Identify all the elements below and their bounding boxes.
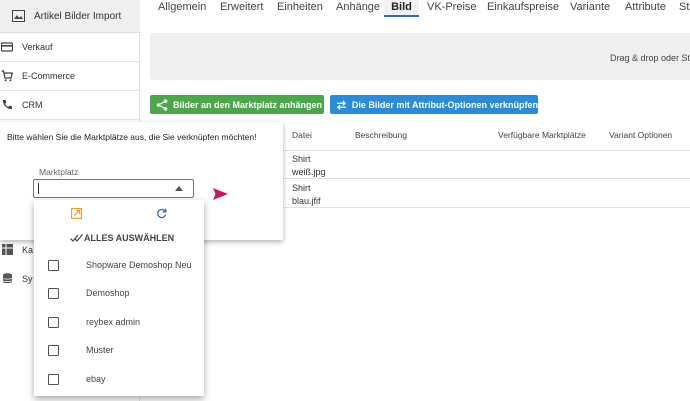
tab-einkaufspreise[interactable]: Einkaufspreise [487,0,559,16]
select-all-label: ALLES AUSWÄHLEN [84,233,175,243]
link-attribute-options-button[interactable]: Die Bilder mit Attribut-Optionen verknüp… [330,95,538,114]
marktplatz-select[interactable] [33,179,194,198]
image-icon [12,10,25,22]
table-header: Datei Beschreibung Verfügbare Marktplätz… [280,121,690,151]
option-label: Demoshop [86,288,130,298]
option-label: reybex admin [86,317,141,327]
sidebar-item-artikel-bilder-import[interactable]: Artikel Bilder Import [0,0,140,33]
phone-icon [2,100,12,110]
link-attribute-options-label: Die Bilder mit Attribut-Optionen verknüp… [351,99,538,110]
file-name-line: Shirt [292,183,311,193]
refresh-icon[interactable] [156,208,167,219]
tab-erweitert[interactable]: Erweitert [220,0,263,16]
sidebar-item-label: E-Commerce [22,71,76,81]
file-name-line: Shirt [292,154,311,164]
tab-st[interactable]: St [679,0,689,16]
tab-bild[interactable]: Bild [384,0,419,17]
option-label: ebay [86,374,106,384]
marketplace-option[interactable]: Shopware Demoshop Neu [34,251,204,279]
double-check-icon [70,234,83,242]
text-cursor [38,183,39,194]
table-row[interactable]: Shirt blau.jfif [280,180,690,208]
share-icon [156,98,168,111]
sidebar-item-label: Ka [22,245,34,255]
sidebar-item-e-commerce[interactable]: E-Commerce [0,62,140,91]
tab-bar: Allgemein Erweitert Einheiten Anhänge Bi… [148,0,690,17]
option-label: Shopware Demoshop Neu [86,260,192,270]
credit-card-icon [1,42,13,52]
column-header-variant-optionen[interactable]: Variant Optionen [609,130,672,140]
select-all-option[interactable]: ALLES AUSWÄHLEN [70,232,174,244]
sidebar-header-label: Artikel Bilder Import [34,11,122,22]
sidebar-item-label: Sy [22,274,33,284]
table-icon [2,244,13,255]
option-checkbox[interactable] [48,374,59,385]
tab-variante[interactable]: Variante [570,0,610,16]
column-header-verfuegbare-marktplaetze[interactable]: Verfügbare Marktplätze [498,130,586,140]
marketplace-dropdown: ALLES AUSWÄHLEN Shopware Demoshop Neu De… [34,200,204,396]
option-checkbox[interactable] [48,317,59,328]
option-label: Muster [86,345,114,355]
tab-attribute[interactable]: Attribute [625,0,666,16]
file-cell: Shirt blau.jfif [292,182,321,208]
file-name-line: blau.jfif [292,196,321,206]
column-header-beschreibung[interactable]: Beschreibung [355,130,407,140]
dropdown-toolbar [34,200,204,226]
send-icon[interactable] [213,188,228,200]
table-row[interactable]: Shirt weiß.jpg [280,151,690,179]
marketplace-option[interactable]: reybex admin [34,308,204,336]
tab-vk-preise[interactable]: VK-Preise [427,0,477,16]
sidebar-item-label: Verkauf [22,42,53,52]
marketplace-option[interactable]: Demoshop [34,279,204,307]
marketplace-option[interactable]: ebay [34,365,204,393]
cart-icon [1,70,13,82]
attach-to-marketplace-label: Bilder an den Marktplatz anhängen [173,99,323,110]
sidebar-item-verkauf[interactable]: Verkauf [0,33,140,62]
image-dropzone[interactable]: Drag & drop oder St [150,33,690,80]
database-icon [2,273,13,284]
sidebar-item-obscured-2[interactable]: Sy [0,272,34,286]
sidebar-item-crm[interactable]: CRM [0,91,140,120]
marketplace-option[interactable]: Muster [34,336,204,364]
option-checkbox[interactable] [48,345,59,356]
swap-arrows-icon [336,99,346,110]
sidebar-item-label: CRM [22,100,43,110]
dropzone-text: Drag & drop oder St [609,53,690,63]
tab-anhaenge[interactable]: Anhänge [336,0,380,16]
option-checkbox[interactable] [48,260,59,271]
tab-einheiten[interactable]: Einheiten [277,0,323,16]
popup-message: Bitte wählen Sie die Marktplätze aus, di… [7,132,257,142]
file-name-line: weiß.jpg [292,167,326,177]
caret-up-icon[interactable] [175,185,183,191]
open-external-icon[interactable] [71,208,82,219]
attach-to-marketplace-button[interactable]: Bilder an den Marktplatz anhängen [150,95,324,114]
column-header-datei[interactable]: Datei [292,130,312,140]
file-cell: Shirt weiß.jpg [292,153,326,179]
sidebar-item-obscured-1[interactable]: Ka [0,243,34,257]
marktplatz-field-label: Marktplatz [39,167,79,177]
tab-allgemein[interactable]: Allgemein [158,0,206,16]
option-checkbox[interactable] [48,288,59,299]
